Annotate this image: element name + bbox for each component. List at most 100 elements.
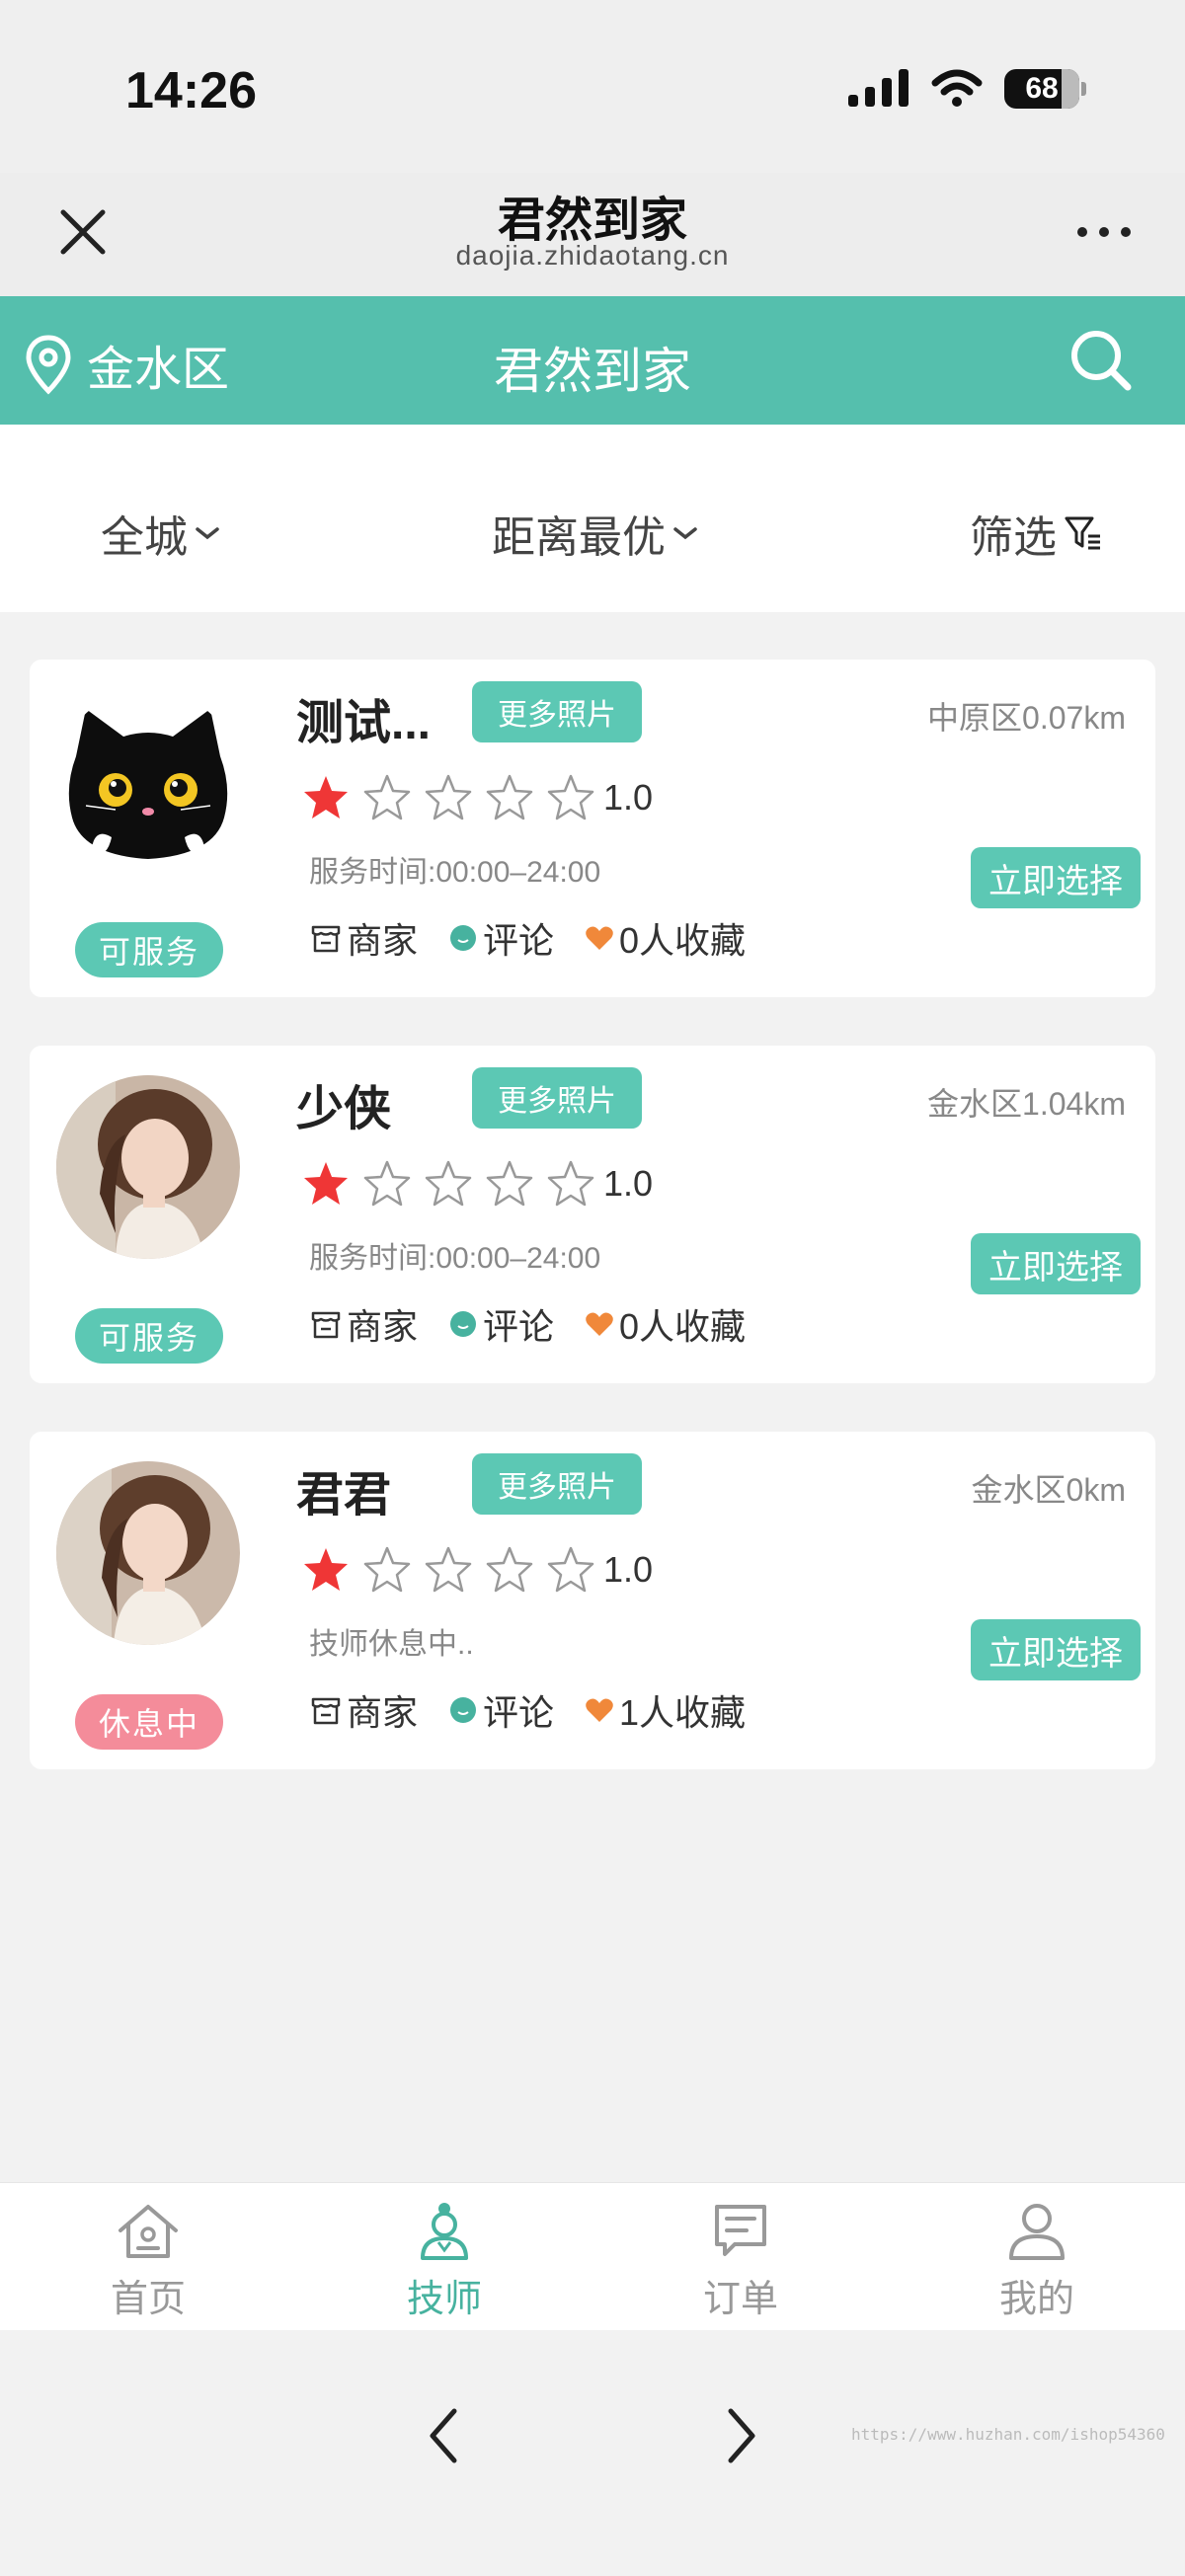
technician-card[interactable]: 休息中 君君 更多照片 金水区0km 1.0 技师休息中.. 立即选择 商家 评… xyxy=(30,1432,1155,1769)
app-title: 君然到家 xyxy=(494,344,691,399)
card-links: 商家 评论 0人收藏 xyxy=(309,1298,775,1350)
select-now-button[interactable]: 立即选择 xyxy=(971,847,1141,908)
comment-label: 评论 xyxy=(483,1306,555,1347)
heart-icon xyxy=(586,926,613,950)
watermark: https://www.huzhan.com/ishop54360 xyxy=(851,2425,1165,2444)
filter-icon xyxy=(1065,516,1100,550)
service-time: 服务时间:00:00–24:00 xyxy=(309,1242,601,1275)
avatar[interactable] xyxy=(56,1075,240,1259)
comment-icon xyxy=(450,1311,477,1337)
more-icon[interactable] xyxy=(1074,220,1134,244)
shop-label: 商家 xyxy=(347,920,419,961)
star-filled-icon xyxy=(304,1548,348,1591)
comment-label: 评论 xyxy=(483,920,555,961)
profile-icon xyxy=(1009,2204,1065,2260)
screen-filter-label: 筛选 xyxy=(970,513,1057,562)
bottom-tab-bar: 首页 技师 订单 我的 xyxy=(0,2182,1185,2330)
status-icons: 68 xyxy=(848,69,1086,109)
portrait-avatar-icon xyxy=(56,1075,240,1259)
service-time: 服务时间:00:00–24:00 xyxy=(309,856,601,889)
comment-link[interactable]: 评论 xyxy=(447,1298,554,1350)
favorite-link[interactable]: 1人收藏 xyxy=(584,1684,746,1736)
back-icon[interactable] xyxy=(415,2401,474,2470)
rating-value: 1.0 xyxy=(603,1163,654,1204)
distance: 金水区0km xyxy=(971,1472,1126,1508)
comment-link[interactable]: 评论 xyxy=(447,1684,554,1736)
app-header: 金水区 君然到家 xyxy=(0,296,1185,425)
shop-link[interactable]: 商家 xyxy=(309,1684,418,1736)
star-empty-icon xyxy=(547,774,594,820)
technician-card[interactable]: 可服务 测试... 更多照片 中原区0.07km 1.0 服务时间:00:00–… xyxy=(30,660,1155,997)
comment-icon xyxy=(450,1697,477,1723)
technician-name: 君君 xyxy=(296,1469,392,1522)
shop-link[interactable]: 商家 xyxy=(309,1298,418,1350)
star-filled-icon xyxy=(304,776,348,819)
status-time: 14:26 xyxy=(125,62,257,119)
shop-link[interactable]: 商家 xyxy=(309,912,418,964)
star-empty-icon xyxy=(425,1546,472,1593)
chevron-down-icon xyxy=(196,527,219,540)
favorite-count: 1人收藏 xyxy=(619,1692,747,1733)
favorite-link[interactable]: 0人收藏 xyxy=(584,912,746,964)
distance: 金水区1.04km xyxy=(927,1086,1126,1122)
tab-technician[interactable]: 技师 xyxy=(365,2201,523,2322)
technician-name: 测试... xyxy=(296,697,432,749)
tab-profile[interactable]: 我的 xyxy=(958,2201,1116,2322)
star-empty-icon xyxy=(425,1160,472,1207)
technician-name: 少侠 xyxy=(296,1083,392,1135)
screen-filter[interactable]: 筛选 xyxy=(970,502,1104,565)
shop-icon xyxy=(311,925,341,953)
status-badge: 可服务 xyxy=(75,922,223,977)
favorite-link[interactable]: 0人收藏 xyxy=(584,1298,746,1350)
city-filter[interactable]: 全城 xyxy=(101,502,221,565)
sort-filter[interactable]: 距离最优 xyxy=(492,502,699,565)
rating-value: 1.0 xyxy=(603,777,654,818)
order-icon xyxy=(715,2205,766,2256)
browser-bar: https://www.huzhan.com/ishop54360 xyxy=(0,2330,1185,2576)
star-empty-icon xyxy=(363,774,411,820)
star-empty-icon xyxy=(486,774,533,820)
avatar[interactable] xyxy=(56,1461,240,1645)
star-empty-icon xyxy=(425,774,472,820)
avatar[interactable] xyxy=(56,689,240,873)
portrait-avatar-icon xyxy=(56,1461,240,1645)
technician-icon xyxy=(421,2203,468,2260)
sort-filter-label: 距离最优 xyxy=(492,513,666,562)
heart-icon xyxy=(586,1698,613,1722)
black-cat-avatar-icon xyxy=(56,689,240,873)
tab-profile-label: 我的 xyxy=(998,2279,1074,2320)
heart-icon xyxy=(586,1312,613,1336)
more-photos-button[interactable]: 更多照片 xyxy=(472,1067,642,1129)
status-bar: 14:26 68 xyxy=(0,0,1185,173)
cellular-signal-icon xyxy=(848,69,908,107)
webview-url: daojia.zhidaotang.cn xyxy=(455,240,730,271)
select-now-button[interactable]: 立即选择 xyxy=(971,1233,1141,1294)
more-photos-button[interactable]: 更多照片 xyxy=(472,681,642,742)
status-badge: 可服务 xyxy=(75,1308,223,1364)
chevron-down-icon xyxy=(673,527,697,540)
star-empty-icon xyxy=(486,1546,533,1593)
star-rating: 1.0 xyxy=(301,1159,653,1209)
search-icon[interactable] xyxy=(1066,326,1136,395)
tab-orders[interactable]: 订单 xyxy=(662,2201,820,2322)
more-photos-button[interactable]: 更多照片 xyxy=(472,1453,642,1515)
webview-nav: 君然到家 daojia.zhidaotang.cn xyxy=(0,173,1185,296)
tab-home[interactable]: 首页 xyxy=(69,2201,227,2322)
technician-card[interactable]: 可服务 少侠 更多照片 金水区1.04km 1.0 服务时间:00:00–24:… xyxy=(30,1046,1155,1383)
tab-home-label: 首页 xyxy=(110,2279,186,2320)
shop-label: 商家 xyxy=(347,1692,419,1733)
battery-icon: 68 xyxy=(1004,69,1086,109)
card-links: 商家 评论 0人收藏 xyxy=(309,912,775,964)
home-icon xyxy=(118,2205,178,2258)
star-rating: 1.0 xyxy=(301,773,653,822)
star-empty-icon xyxy=(363,1160,411,1207)
favorite-count: 0人收藏 xyxy=(619,1306,747,1347)
select-now-button[interactable]: 立即选择 xyxy=(971,1619,1141,1680)
city-filter-label: 全城 xyxy=(101,513,188,562)
comment-link[interactable]: 评论 xyxy=(447,912,554,964)
favorite-count: 0人收藏 xyxy=(619,920,747,961)
star-empty-icon xyxy=(547,1160,594,1207)
comment-label: 评论 xyxy=(483,1692,555,1733)
shop-icon xyxy=(311,1311,341,1339)
forward-icon[interactable] xyxy=(711,2401,770,2470)
